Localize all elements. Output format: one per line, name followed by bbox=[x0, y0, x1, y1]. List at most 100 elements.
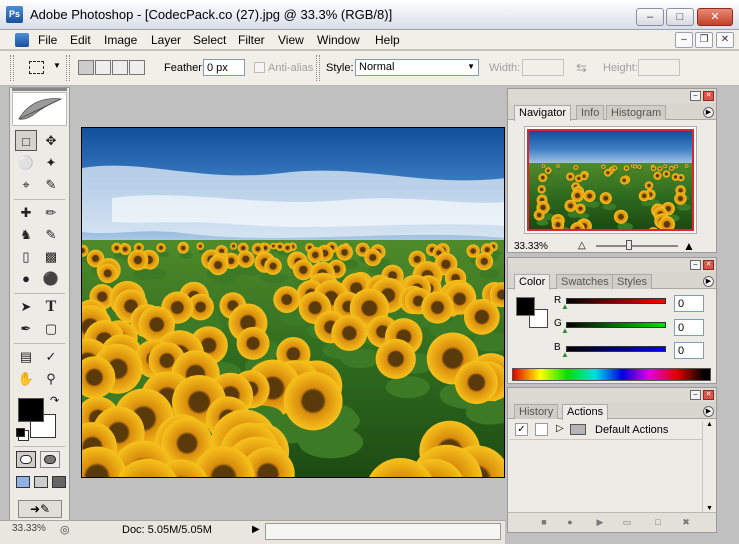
menu-image[interactable]: Image bbox=[104, 33, 137, 47]
panel-close-button[interactable]: ✕ bbox=[703, 91, 714, 101]
jump-to-imageready-button[interactable]: ➜✎ bbox=[18, 500, 62, 518]
intersect-selection-button[interactable] bbox=[129, 60, 145, 75]
color-foreground-swatch[interactable] bbox=[516, 297, 535, 316]
scroll-down-icon[interactable]: ▼ bbox=[706, 505, 713, 512]
color-ramp[interactable] bbox=[512, 368, 711, 381]
trash-icon[interactable]: ✖ bbox=[680, 517, 692, 528]
panel-minimize-button[interactable]: – bbox=[690, 260, 701, 270]
feather-input[interactable] bbox=[203, 59, 245, 76]
action-toggle-checkbox[interactable]: ✓ bbox=[515, 423, 528, 436]
actions-panel-header[interactable]: – ✕ bbox=[508, 388, 716, 402]
crop-tool[interactable]: ⌖ bbox=[15, 174, 37, 195]
add-to-selection-button[interactable] bbox=[95, 60, 111, 75]
tab-swatches[interactable]: Swatches bbox=[556, 274, 614, 289]
b-slider-thumb-icon[interactable]: ▲ bbox=[561, 350, 569, 359]
eraser-tool[interactable]: ▯ bbox=[15, 246, 37, 267]
expand-triangle-icon[interactable]: ▷ bbox=[556, 423, 564, 434]
height-input[interactable] bbox=[638, 59, 680, 76]
subtract-from-selection-button[interactable] bbox=[112, 60, 128, 75]
b-slider[interactable] bbox=[566, 346, 666, 352]
navigator-preview[interactable] bbox=[524, 126, 697, 234]
panel-menu-button[interactable]: ▶ bbox=[703, 107, 714, 118]
clone-stamp-tool[interactable]: ♞ bbox=[15, 224, 37, 245]
width-input[interactable] bbox=[522, 59, 564, 76]
zoom-tool[interactable]: ⚲ bbox=[40, 368, 62, 389]
r-slider-thumb-icon[interactable]: ▲ bbox=[561, 302, 569, 311]
rectangular-marquee-tool[interactable]: □ bbox=[15, 130, 37, 151]
panel-minimize-button[interactable]: – bbox=[690, 91, 701, 101]
tab-color[interactable]: Color bbox=[514, 274, 551, 290]
new-set-folder-icon[interactable]: ▭ bbox=[621, 517, 633, 528]
status-popup-arrow-icon[interactable]: ▶ bbox=[252, 524, 260, 535]
g-slider[interactable] bbox=[566, 322, 666, 328]
r-slider[interactable] bbox=[566, 298, 666, 304]
doc-minimize-button[interactable]: – bbox=[675, 32, 693, 48]
menu-filter[interactable]: Filter bbox=[238, 33, 265, 47]
play-icon[interactable]: ▶ bbox=[594, 517, 606, 528]
tab-histogram[interactable]: Histogram bbox=[606, 105, 667, 120]
lasso-tool[interactable]: ⚪ bbox=[15, 152, 37, 173]
zoom-in-icon[interactable]: ▲ bbox=[683, 239, 695, 253]
foreground-color-swatch[interactable] bbox=[18, 398, 44, 422]
swap-width-height-icon[interactable]: ⇆ bbox=[576, 60, 587, 76]
type-tool[interactable]: T bbox=[40, 296, 62, 317]
horizontal-scrollbar[interactable] bbox=[265, 523, 501, 540]
panel-menu-button[interactable]: ▶ bbox=[703, 406, 714, 417]
dialog-toggle-box[interactable] bbox=[535, 423, 548, 436]
navigator-zoom-slider[interactable] bbox=[596, 240, 678, 250]
move-tool[interactable]: ✥ bbox=[40, 130, 62, 151]
tab-history[interactable]: History bbox=[514, 404, 559, 419]
blur-tool[interactable]: ● bbox=[15, 268, 37, 289]
style-select[interactable]: Normal ▼ bbox=[355, 59, 479, 76]
doc-close-button[interactable]: ✕ bbox=[716, 32, 734, 48]
path-selection-tool[interactable]: ➤ bbox=[15, 296, 37, 317]
zoom-out-icon[interactable]: △ bbox=[578, 240, 586, 251]
menu-select[interactable]: Select bbox=[193, 33, 226, 47]
options-grip[interactable] bbox=[10, 55, 14, 81]
menu-window[interactable]: Window bbox=[317, 33, 360, 47]
b-value-input[interactable] bbox=[674, 342, 704, 359]
g-value-input[interactable] bbox=[674, 319, 704, 336]
panel-menu-button[interactable]: ▶ bbox=[703, 276, 714, 287]
shape-tool[interactable]: ▢ bbox=[40, 318, 62, 339]
swap-colors-icon[interactable]: ↷ bbox=[50, 394, 59, 407]
scroll-up-icon[interactable]: ▲ bbox=[706, 421, 713, 428]
antialias-checkbox[interactable] bbox=[254, 62, 265, 73]
rect-marquee-preset-icon[interactable] bbox=[29, 61, 44, 74]
stop-icon[interactable]: ■ bbox=[538, 517, 550, 528]
color-panel-header[interactable]: – ✕ bbox=[508, 258, 716, 272]
zoom-slider-thumb[interactable] bbox=[626, 240, 633, 250]
full-screen-menu-mode-button[interactable] bbox=[34, 476, 48, 488]
navigator-view-box[interactable] bbox=[527, 129, 694, 231]
doc-restore-button[interactable]: ❐ bbox=[695, 32, 713, 48]
hand-tool[interactable]: ✋ bbox=[15, 368, 37, 389]
tab-styles[interactable]: Styles bbox=[612, 274, 652, 289]
preset-dropdown-arrow-icon[interactable]: ▼ bbox=[53, 61, 61, 70]
panel-close-button[interactable]: ✕ bbox=[703, 390, 714, 400]
brush-tool[interactable]: ✏ bbox=[40, 202, 62, 223]
history-brush-tool[interactable]: ✎ bbox=[40, 224, 62, 245]
tab-navigator[interactable]: Navigator bbox=[514, 105, 572, 121]
adobe-online-feather-icon[interactable] bbox=[12, 92, 67, 126]
healing-brush-tool[interactable]: ✚ bbox=[15, 202, 37, 223]
new-action-icon[interactable]: □ bbox=[652, 517, 664, 528]
document-image[interactable] bbox=[81, 127, 505, 478]
dodge-tool[interactable]: ⚫ bbox=[40, 268, 62, 289]
eyedropper-tool[interactable]: ✓ bbox=[40, 346, 62, 367]
g-slider-thumb-icon[interactable]: ▲ bbox=[561, 326, 569, 335]
menu-file[interactable]: File bbox=[38, 33, 57, 47]
panel-minimize-button[interactable]: – bbox=[690, 390, 701, 400]
magic-wand-tool[interactable]: ✦ bbox=[40, 152, 62, 173]
navigator-zoom-value[interactable]: 33.33% bbox=[514, 241, 548, 252]
status-zoom[interactable]: 33.33% bbox=[12, 523, 46, 534]
maximize-button[interactable]: □ bbox=[666, 8, 694, 26]
menu-help[interactable]: Help bbox=[375, 33, 400, 47]
r-value-input[interactable] bbox=[674, 295, 704, 312]
slice-tool[interactable]: ✎ bbox=[40, 174, 62, 195]
standard-mode-button[interactable] bbox=[16, 451, 36, 468]
menu-layer[interactable]: Layer bbox=[151, 33, 181, 47]
tab-actions[interactable]: Actions bbox=[562, 404, 609, 420]
panel-close-button[interactable]: ✕ bbox=[703, 260, 714, 270]
pen-tool[interactable]: ✒ bbox=[15, 318, 37, 339]
navigator-panel-header[interactable]: – ✕ bbox=[508, 89, 716, 103]
